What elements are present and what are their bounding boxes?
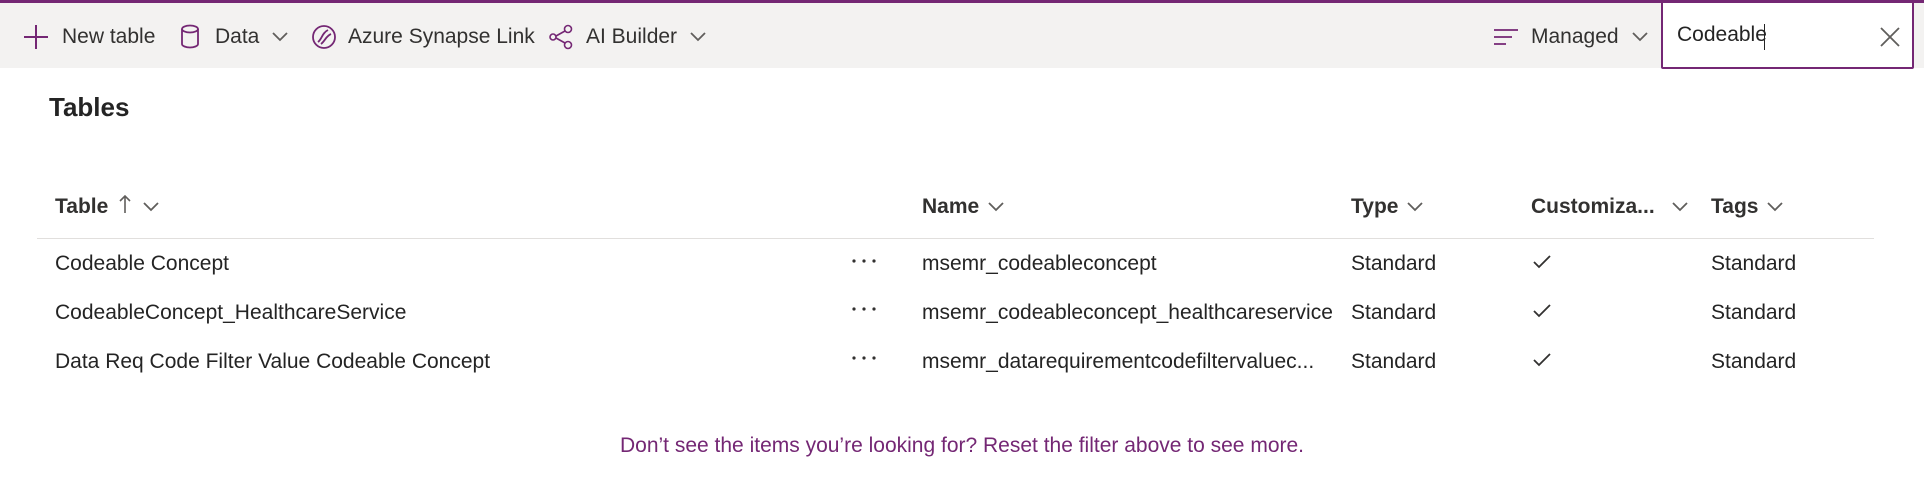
command-bar: New table Data Azure Synapse Link AI Bui… <box>0 0 1924 68</box>
table-type-cell: Standard <box>1351 252 1437 275</box>
more-icon <box>844 307 884 328</box>
column-header-type[interactable]: Type <box>1351 190 1424 224</box>
table-logical-name-cell: msemr_codeableconcept_healthcareservice <box>922 301 1333 324</box>
table-display-name-cell[interactable]: Codeable Concept <box>55 252 229 276</box>
more-actions-button[interactable] <box>844 300 884 324</box>
more-actions-button[interactable] <box>844 349 884 373</box>
search-input[interactable] <box>1677 17 1867 53</box>
column-header-type-label: Type <box>1351 195 1399 218</box>
search-box <box>1661 1 1914 69</box>
chevron-down-icon <box>689 31 707 43</box>
table-tags-cell: Standard <box>1711 350 1797 373</box>
data-menu-button[interactable]: Data <box>179 6 289 68</box>
column-header-customizable-label: Customiza... <box>1531 195 1655 218</box>
ai-builder-menu-button[interactable]: AI Builder <box>548 6 707 68</box>
azure-synapse-link-label: Azure Synapse Link <box>348 25 535 48</box>
ai-builder-label: AI Builder <box>586 25 678 48</box>
managed-filter-label: Managed <box>1531 25 1619 48</box>
chevron-down-icon <box>1406 195 1424 219</box>
column-header-tags-label: Tags <box>1711 195 1759 218</box>
column-header-table-label: Table <box>55 195 109 218</box>
chevron-down-icon <box>1631 31 1649 43</box>
column-header-customizable[interactable]: Customiza... <box>1531 190 1689 224</box>
chevron-down-icon <box>1766 195 1784 219</box>
clear-search-button[interactable] <box>1877 24 1903 50</box>
table-logical-name-cell: msemr_datarequirementcodefiltervaluec... <box>922 350 1315 373</box>
checkmark-icon <box>1531 302 1553 320</box>
checkmark-icon <box>1531 351 1553 369</box>
azure-synapse-link-button[interactable]: Azure Synapse Link <box>310 6 535 68</box>
column-header-table[interactable]: Table <box>55 190 160 224</box>
table-logical-name-cell: msemr_codeableconcept <box>922 252 1157 275</box>
ai-builder-icon <box>548 23 576 51</box>
table-type-cell: Standard <box>1351 301 1437 324</box>
more-actions-button[interactable] <box>844 252 884 276</box>
sort-ascending-icon <box>118 193 132 221</box>
chevron-down-icon <box>1671 195 1689 219</box>
page-title: Tables <box>49 92 130 122</box>
column-header-name[interactable]: Name <box>922 190 1005 224</box>
new-table-button[interactable]: New table <box>22 6 155 68</box>
table-type-cell: Standard <box>1351 350 1437 373</box>
reset-filter-message[interactable]: Don’t see the items you’re looking for? … <box>0 434 1924 458</box>
chevron-down-icon <box>142 195 160 219</box>
more-icon <box>844 356 884 377</box>
chevron-down-icon <box>987 195 1005 219</box>
synapse-icon <box>310 23 338 51</box>
chevron-down-icon <box>271 31 289 43</box>
close-icon <box>1877 27 1903 54</box>
managed-filter-button[interactable]: Managed <box>1493 6 1649 68</box>
database-icon <box>179 24 201 50</box>
header-divider <box>37 238 1874 239</box>
column-header-name-label: Name <box>922 195 980 218</box>
filter-lines-icon <box>1493 27 1519 47</box>
table-display-name-cell[interactable]: Data Req Code Filter Value Codeable Conc… <box>55 350 490 374</box>
data-menu-label: Data <box>215 25 260 48</box>
plus-icon <box>22 23 50 51</box>
table-tags-cell: Standard <box>1711 252 1797 275</box>
table-display-name-cell[interactable]: CodeableConcept_HealthcareService <box>55 301 406 325</box>
table-tags-cell: Standard <box>1711 301 1797 324</box>
checkmark-icon <box>1531 253 1553 271</box>
new-table-label: New table <box>62 25 156 48</box>
column-header-tags[interactable]: Tags <box>1711 190 1784 224</box>
text-caret <box>1764 24 1765 50</box>
more-icon <box>844 259 884 280</box>
